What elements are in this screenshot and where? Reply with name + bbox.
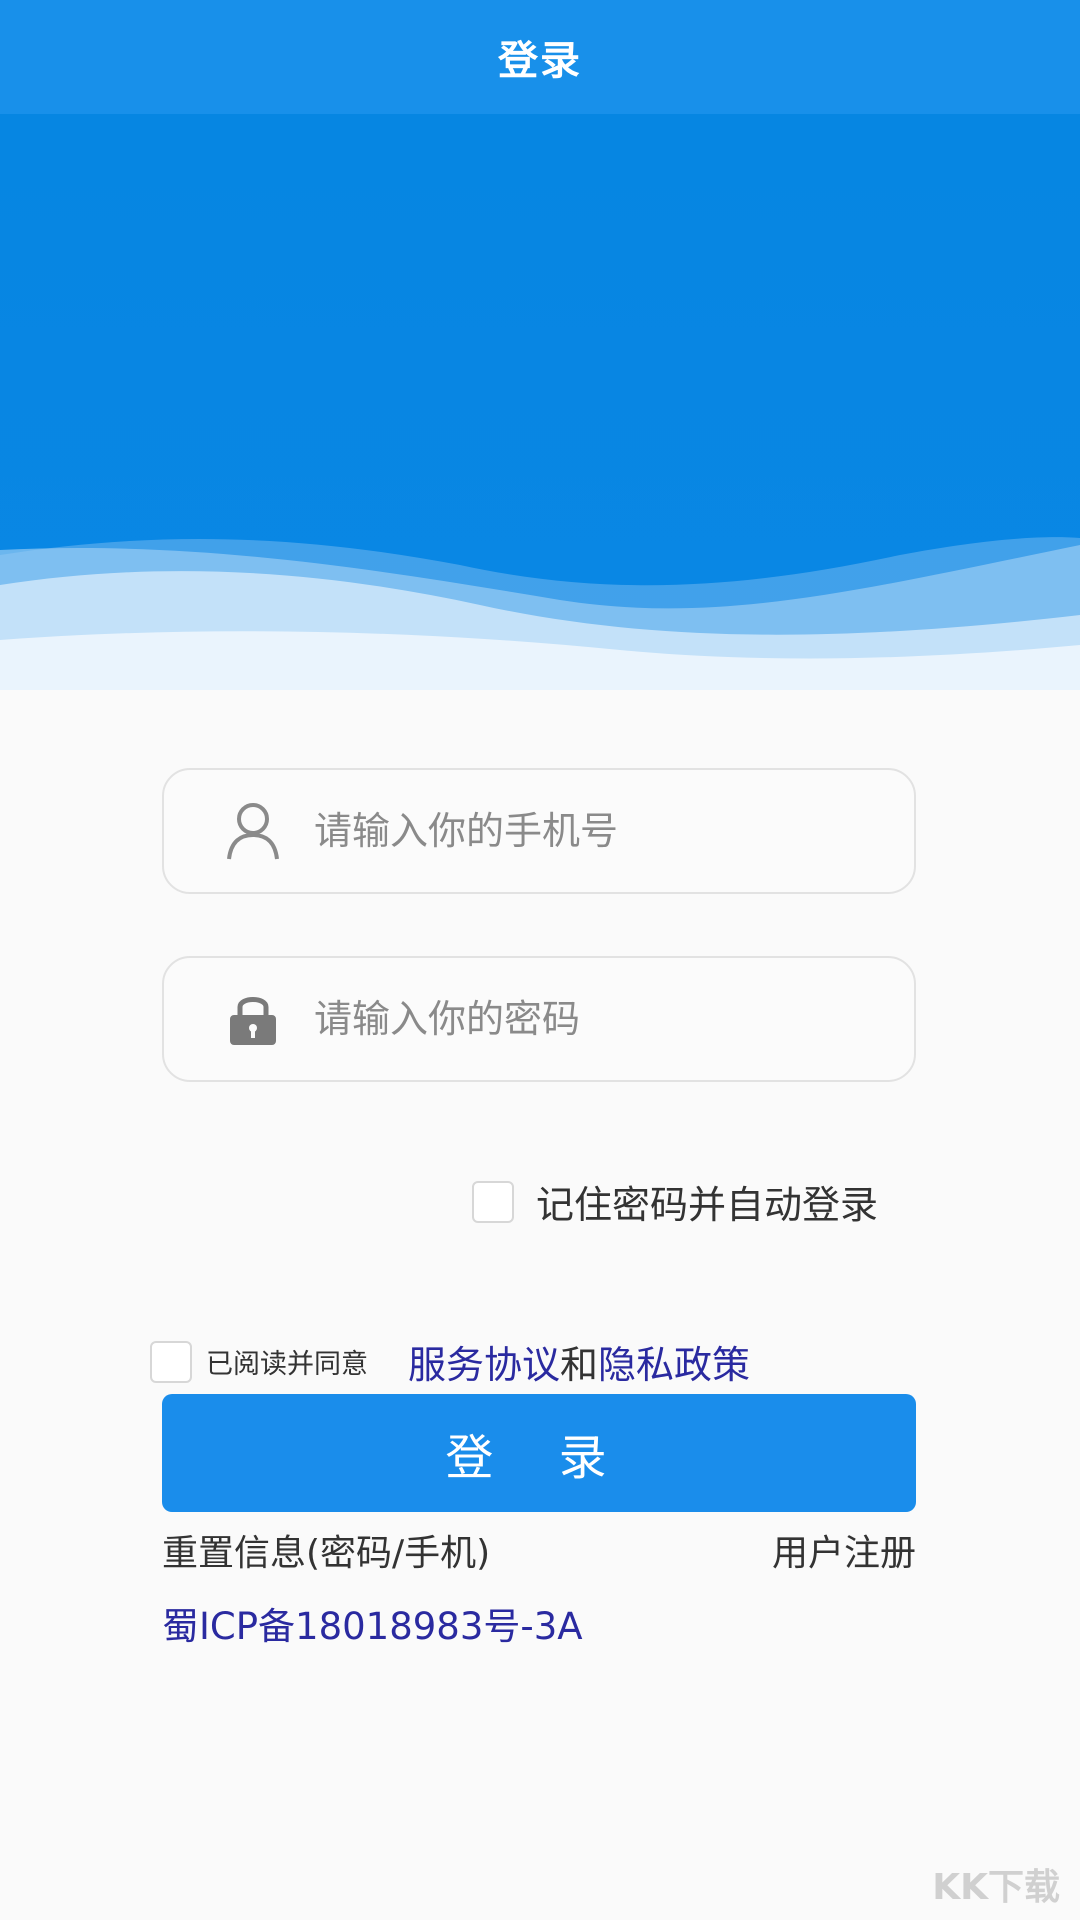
page-title: 登录 <box>498 38 582 84</box>
hero-banner <box>0 114 1080 690</box>
register-link[interactable]: 用户注册 <box>772 1524 916 1576</box>
remember-checkbox[interactable] <box>472 1180 514 1223</box>
reset-info-link[interactable]: 重置信息(密码/手机) <box>162 1524 490 1576</box>
footer-links: 重置信息(密码/手机) 用户注册 <box>162 1524 916 1576</box>
login-button[interactable]: 登 录 <box>162 1394 916 1512</box>
password-field[interactable] <box>162 956 916 1082</box>
phone-field[interactable] <box>162 768 916 894</box>
icp-link[interactable]: 蜀ICP备18018983号-3A <box>162 1596 583 1650</box>
top-bar: 登录 <box>0 0 1080 114</box>
watermark: KK下载 <box>932 1867 1060 1908</box>
lock-icon <box>224 990 282 1048</box>
remember-label: 记住密码并自动登录 <box>536 1183 879 1227</box>
agreement-row: 已阅读并同意 服务协议和隐私政策 <box>150 1334 750 1389</box>
agree-checkbox[interactable] <box>150 1340 192 1383</box>
wave-decoration <box>0 537 1080 690</box>
agreement-links: 服务协议和隐私政策 <box>408 1334 750 1389</box>
phone-input[interactable] <box>312 808 856 854</box>
remember-option[interactable]: 记住密码并自动登录 <box>472 1174 878 1229</box>
agree-label: 已阅读并同意 <box>206 1349 368 1380</box>
password-input[interactable] <box>312 996 856 1042</box>
privacy-policy-link[interactable]: 隐私政策 <box>598 1343 750 1387</box>
and-text: 和 <box>560 1343 599 1387</box>
service-agreement-link[interactable]: 服务协议 <box>408 1343 560 1387</box>
user-icon <box>224 802 282 860</box>
